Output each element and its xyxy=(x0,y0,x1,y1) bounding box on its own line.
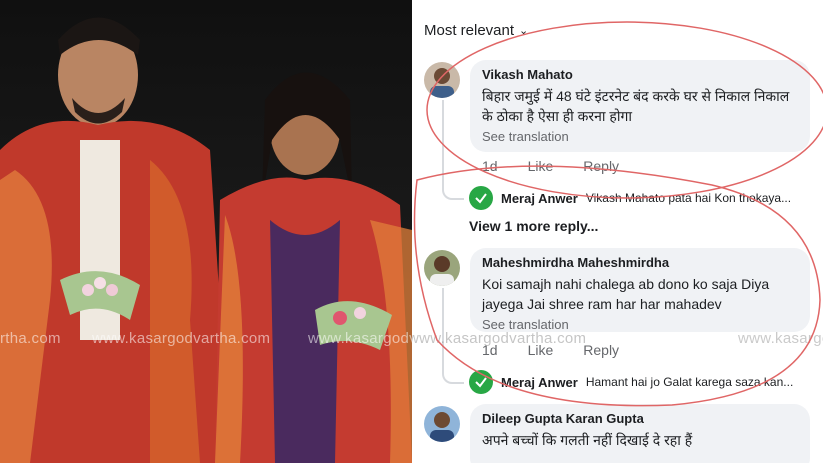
comment-bubble: Vikash Mahato बिहार जमुई में 48 घंटे इंट… xyxy=(470,60,810,152)
reply-button[interactable]: Reply xyxy=(583,158,619,174)
comment-author[interactable]: Dileep Gupta Karan Gupta xyxy=(482,411,798,426)
chevron-down-icon: ⌄ xyxy=(519,25,529,37)
view-more-replies-link[interactable]: View 1 more reply... xyxy=(469,218,598,234)
watermark-fragment: rtha.com xyxy=(0,330,61,347)
reply-author[interactable]: Meraj Anwer xyxy=(501,191,578,206)
comment-bubble: Maheshmirdha Maheshmirdha Koi samajh nah… xyxy=(470,248,810,332)
check-icon xyxy=(475,193,487,204)
comment-actions: 1d Like Reply xyxy=(482,158,619,174)
avatar[interactable] xyxy=(424,406,460,442)
comment-bubble: Dileep Gupta Karan Gupta अपने बच्चों कि … xyxy=(470,404,810,463)
thread-line xyxy=(442,100,464,200)
avatar[interactable] xyxy=(424,250,460,286)
avatar[interactable] xyxy=(424,62,460,98)
couple-photo-illustration xyxy=(0,17,412,463)
news-photo: rtha.com www.kasargodvartha.com www.kasa… xyxy=(0,0,412,463)
comment-author[interactable]: Vikash Mahato xyxy=(482,67,798,82)
reply-text: Vikash Mahato pata hai Kon thokaya... xyxy=(585,191,792,205)
avatar[interactable] xyxy=(469,370,493,394)
avatar[interactable] xyxy=(469,186,493,210)
comment-time[interactable]: 1d xyxy=(482,158,498,174)
reply-item[interactable]: Meraj Anwer Vikash Mahato pata hai Kon t… xyxy=(469,186,791,210)
check-icon xyxy=(475,377,487,388)
reply-author[interactable]: Meraj Anwer xyxy=(501,375,578,390)
watermark: www.kasargodvartha.com xyxy=(308,330,412,347)
watermark: www.kasargodvartha.com xyxy=(412,330,587,347)
comment-author[interactable]: Maheshmirdha Maheshmirdha xyxy=(482,255,798,270)
sort-filter-label: Most relevant xyxy=(424,22,515,39)
comment-text: Koi samajh nahi chalega ab dono ko saja … xyxy=(482,276,770,312)
sort-filter-dropdown[interactable]: Most relevant ⌄ xyxy=(424,22,528,39)
comment-text: अपने बच्चों कि गलती नहीं दिखाई दे रहा है… xyxy=(482,432,693,448)
comments-panel: Most relevant ⌄ Vikash Mahato बिहार जमुई… xyxy=(412,0,823,463)
watermark: www.kasargodvartha.com xyxy=(738,330,823,347)
reply-button[interactable]: Reply xyxy=(583,342,619,358)
comment-text: बिहार जमुई में 48 घंटे इंटरनेट बंद करके … xyxy=(482,88,790,124)
see-translation-link[interactable]: See translation xyxy=(482,129,798,144)
reply-text: Hamant hai jo Galat karega saza kan... xyxy=(585,375,794,389)
reply-item[interactable]: Meraj Anwer Hamant hai jo Galat karega s… xyxy=(469,370,793,394)
like-button[interactable]: Like xyxy=(528,158,554,174)
watermark: www.kasargodvartha.com xyxy=(92,330,271,347)
